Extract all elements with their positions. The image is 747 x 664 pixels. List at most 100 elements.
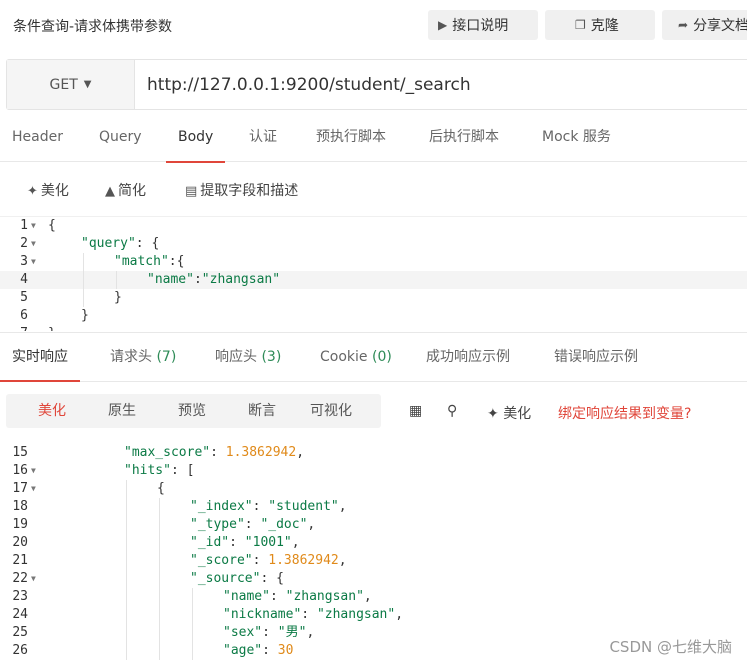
indent-guide [126, 624, 127, 642]
beautify-response-label: 美化 [503, 406, 532, 422]
code-text: "name": "zhangsan", [223, 588, 372, 606]
indent-guide [126, 642, 127, 660]
bind-to-variable-link[interactable]: 绑定响应结果到变量? [558, 403, 691, 423]
tab-cookie[interactable]: Cookie (0) [320, 333, 392, 381]
fold-toggle-icon[interactable]: ▼ [31, 570, 36, 588]
code-token: : [269, 589, 286, 604]
url-input[interactable]: http://127.0.0.1:9200/student/_search [135, 60, 747, 109]
indent-guide [159, 516, 160, 534]
clone-button[interactable]: ❐ 克隆 [545, 10, 655, 40]
code-text: "_id": "1001", [190, 534, 300, 552]
tab-pre-script[interactable]: 预执行脚本 [316, 114, 386, 162]
indent-guide [159, 498, 160, 516]
code-text: "max_score": 1.3862942, [124, 444, 304, 462]
request-url-bar: GET ▼ http://127.0.0.1:9200/student/_sea… [6, 59, 747, 110]
indent-guide [126, 516, 127, 534]
share-doc-button[interactable]: ➦ 分享文档 [662, 10, 747, 40]
tab-label: 成功响应示例 [426, 349, 510, 365]
indent-guide [126, 588, 127, 606]
fold-toggle-icon[interactable]: ▼ [31, 217, 36, 235]
code-token: 30 [277, 643, 294, 658]
title-bar: 条件查询-请求体携带参数 ▶ 接口说明 ❐ 克隆 ➦ 分享文档 [0, 0, 747, 50]
extract-fields-label: 提取字段和描述 [200, 183, 299, 199]
line-number: 26 [12, 643, 28, 658]
request-body-editor[interactable]: 1 ▼{2 ▼ "query": {3 ▼ "match":{4 "name":"zhang… [0, 217, 747, 331]
watermark: CSDN @七维大脑 [609, 638, 732, 656]
api-doc-button[interactable]: ▶ 接口说明 [428, 10, 538, 40]
code-token: , [307, 517, 316, 532]
beautify-label: 美化 [40, 183, 69, 199]
code-token: "_score" [190, 553, 253, 568]
tab-count: (0) [371, 349, 392, 365]
caret-down-icon: ▼ [83, 79, 92, 90]
beautify-response-button[interactable]: ✦ 美化 [487, 403, 531, 423]
search-icon: ⚲ [447, 403, 458, 419]
code-token: : [244, 517, 261, 532]
tab-post-script[interactable]: 后执行脚本 [429, 114, 499, 162]
code-line: 20 "_id": "1001", [0, 534, 747, 552]
tab-mock-service[interactable]: Mock 服务 [542, 114, 611, 162]
code-text: } [81, 307, 89, 325]
method-select[interactable]: GET ▼ [7, 60, 135, 109]
fold-toggle-icon[interactable]: ▼ [31, 235, 36, 253]
fold-toggle-icon[interactable]: ▼ [31, 480, 36, 498]
tab-label: Cookie [320, 349, 368, 365]
code-line: 16 ▼ "hits": [ [0, 462, 747, 480]
view-mode-beautify[interactable]: 美化 [38, 394, 66, 428]
tab-body[interactable]: Body [165, 114, 226, 163]
code-token: , [363, 589, 372, 604]
code-token: "student" [268, 499, 339, 514]
tab-header[interactable]: Header [12, 114, 63, 162]
code-token: "_type" [190, 517, 245, 532]
code-token: { [48, 218, 56, 233]
code-line: 15 "max_score": 1.3862942, [0, 444, 747, 462]
fold-toggle-icon[interactable]: ▼ [31, 253, 36, 271]
tab-query[interactable]: Query [99, 114, 142, 162]
api-doc-label: 接口说明 [452, 18, 509, 34]
code-text: "hits": [ [124, 462, 194, 480]
tab-error-example[interactable]: 错误响应示例 [554, 333, 638, 381]
tab-live-response[interactable]: 实时响应 [0, 333, 80, 382]
copy-response-button[interactable]: ▦ [409, 403, 422, 419]
code-token: "name" [223, 589, 270, 604]
tab-request-headers[interactable]: 请求头 (7) [110, 333, 176, 381]
tab-response-headers[interactable]: 响应头 (3) [215, 333, 281, 381]
search-response-button[interactable]: ⚲ [447, 403, 457, 419]
code-token: "_source" [190, 571, 261, 586]
simplify-button[interactable]: ▲ 简化 [105, 180, 146, 200]
line-number: 16 [12, 463, 28, 478]
response-body-viewer[interactable]: 15 "max_score": 1.3862942, 16 ▼ "hits": [17 ▼… [0, 444, 747, 660]
code-text: "_type": "_doc", [190, 516, 315, 534]
line-number: 18 [12, 499, 28, 514]
tab-auth[interactable]: 认证 [249, 114, 277, 162]
code-token: , [338, 499, 347, 514]
tab-success-example[interactable]: 成功响应示例 [426, 333, 510, 381]
code-line: 6} [0, 307, 747, 325]
fold-toggle-icon[interactable]: ▼ [31, 462, 36, 480]
beautify-button[interactable]: ✦ 美化 [27, 180, 69, 200]
tab-label: 响应头 [215, 349, 257, 365]
code-token: : [252, 553, 269, 568]
view-mode-raw[interactable]: 原生 [108, 394, 136, 428]
indent-guide [159, 534, 160, 552]
code-line: 1 ▼ { [0, 217, 747, 235]
indent-guide [192, 606, 193, 624]
view-mode-visualize[interactable]: 可视化 [310, 394, 352, 428]
code-text: } [114, 289, 122, 307]
line-number: 25 [12, 625, 28, 640]
code-line: 18 "_index": "student", [0, 498, 747, 516]
code-token: : [210, 445, 226, 460]
code-token: :{ [168, 254, 185, 269]
view-mode-preview[interactable]: 预览 [178, 394, 206, 428]
line-number: 23 [12, 589, 28, 604]
line-number: 5 [20, 290, 28, 305]
indent-guide [126, 552, 127, 570]
line-number: 7 [0, 325, 28, 331]
code-token: "name" [147, 272, 194, 287]
code-token: "_doc" [260, 517, 308, 532]
code-token: : [262, 643, 278, 658]
indent-guide [159, 570, 160, 588]
extract-fields-button[interactable]: ▤ 提取字段和描述 [185, 180, 298, 200]
view-mode-assert[interactable]: 断言 [248, 394, 276, 428]
code-token: "zhangsan" [201, 272, 281, 287]
